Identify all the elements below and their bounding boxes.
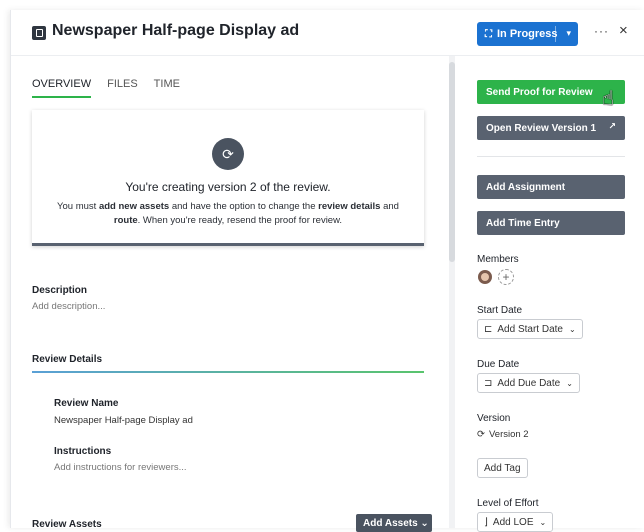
version-value-text: Version 2	[488, 429, 529, 440]
more-options-icon[interactable]: ···	[594, 24, 609, 38]
members-label: Members	[477, 254, 519, 265]
instructions-input[interactable]: Add instructions for reviewers...	[54, 462, 187, 473]
external-link-icon: ↗	[608, 121, 616, 131]
status-divider	[555, 26, 556, 42]
close-icon[interactable]: ×	[619, 22, 628, 39]
status-label: In Progress	[497, 28, 558, 40]
chevron-down-icon: ⌄	[568, 324, 576, 334]
version-notice-card: ⟳ You're creating version 2 of the revie…	[32, 110, 424, 246]
notice-text-part: and	[380, 201, 399, 212]
notice-bold-assets: add new assets	[98, 201, 170, 212]
add-loe-button[interactable]: ⌋ Add LOE ⌄	[477, 512, 554, 532]
tab-files[interactable]: FILES	[107, 78, 138, 98]
add-time-entry-button[interactable]: Add Time Entry	[477, 211, 625, 235]
notice-bold-details: review details	[318, 201, 381, 212]
version-label: Version	[477, 413, 511, 424]
chevron-down-icon: ▾	[566, 28, 571, 38]
tab-bar: OVERVIEW FILES TIME	[32, 78, 196, 98]
review-assets-label: Review Assets	[32, 519, 102, 530]
page-title: Newspaper Half-page Display ad	[52, 22, 300, 39]
send-proof-label: Send Proof for Review	[486, 86, 593, 98]
due-date-btn-label: Add Due Date	[497, 377, 561, 389]
scrollbar[interactable]	[449, 56, 455, 528]
description-input[interactable]: Add description...	[32, 301, 105, 312]
add-tag-button[interactable]: Add Tag	[477, 458, 528, 478]
add-member-icon[interactable]: +	[498, 269, 514, 285]
review-name-value[interactable]: Newspaper Half-page Display ad	[54, 415, 193, 426]
sync-icon: ⟳	[212, 138, 244, 170]
notice-text-part: You must	[57, 201, 99, 212]
notice-text-part: and have the option to change the	[169, 201, 319, 212]
loe-btn-label: Add LOE	[492, 516, 534, 528]
start-date-btn-label: Add Start Date	[497, 323, 563, 335]
version-value: ⟳ Version 2	[477, 429, 529, 440]
level-of-effort-label: Level of Effort	[477, 498, 539, 509]
add-time-entry-label: Add Time Entry	[486, 217, 560, 229]
notice-text-part: . When you're ready, resend the proof fo…	[137, 215, 343, 226]
add-assignment-label: Add Assignment	[486, 181, 566, 193]
start-date-label: Start Date	[477, 305, 523, 316]
open-review-button[interactable]: Open Review Version 1 ↗	[477, 116, 625, 140]
add-assignment-button[interactable]: Add Assignment	[477, 175, 625, 199]
loe-icon: ⌋	[484, 516, 488, 528]
section-divider	[32, 371, 424, 373]
sidebar-divider	[477, 156, 625, 157]
open-review-label: Open Review Version 1	[486, 122, 597, 134]
add-assets-button[interactable]: Add Assets ⌄	[356, 514, 432, 532]
add-start-date-button[interactable]: ⊏ Add Start Date ⌄	[477, 319, 583, 339]
calendar-due-icon: ⊐	[484, 377, 493, 389]
description-label: Description	[32, 285, 88, 296]
scrollbar-thumb[interactable]	[449, 62, 455, 262]
notice-heading: You're creating version 2 of the review.	[125, 180, 331, 194]
chevron-down-icon: ⌄	[566, 378, 573, 388]
tab-time[interactable]: TIME	[154, 78, 180, 98]
review-details-heading: Review Details	[32, 354, 103, 365]
hand-cursor-icon: ☝	[602, 88, 615, 110]
tab-overview[interactable]: OVERVIEW	[32, 78, 92, 98]
notice-text: You must add new assets and have the opt…	[50, 200, 406, 228]
review-name-label: Review Name	[54, 398, 119, 409]
panel-header: Newspaper Half-page Display ad ⛶ In Prog…	[11, 10, 644, 56]
status-dropdown[interactable]: ⛶ In Progress ▾	[477, 22, 578, 46]
due-date-label: Due Date	[477, 359, 520, 370]
review-icon	[32, 26, 46, 40]
status-icon: ⛶	[485, 28, 492, 40]
sync-icon: ⟳	[477, 429, 485, 440]
avatar[interactable]	[478, 270, 492, 284]
notice-bold-route: route	[113, 215, 138, 226]
add-due-date-button[interactable]: ⊐ Add Due Date ⌄	[477, 373, 580, 393]
chevron-down-icon: ⌄	[539, 517, 547, 527]
review-panel: Newspaper Half-page Display ad ⛶ In Prog…	[10, 10, 644, 532]
calendar-start-icon: ⊏	[484, 323, 493, 335]
instructions-label: Instructions	[54, 446, 112, 457]
